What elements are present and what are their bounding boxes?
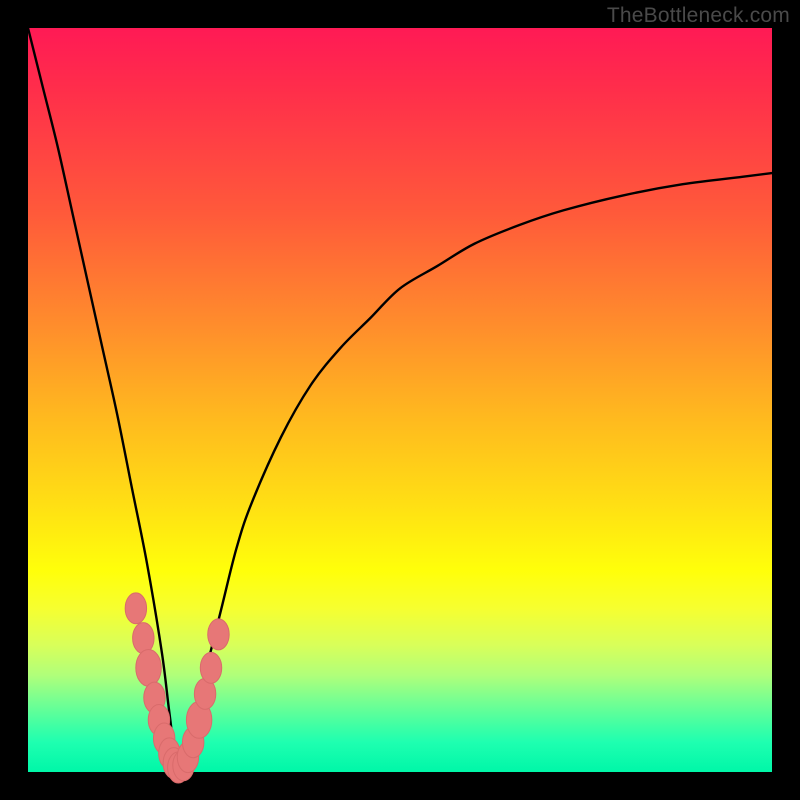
marker-layer xyxy=(125,593,229,783)
data-marker xyxy=(133,623,154,654)
data-marker xyxy=(200,652,221,683)
data-marker xyxy=(136,649,161,686)
data-marker xyxy=(125,593,146,624)
data-marker xyxy=(208,619,229,650)
chart-frame: TheBottleneck.com xyxy=(0,0,800,800)
chart-overlay-svg xyxy=(0,0,800,800)
